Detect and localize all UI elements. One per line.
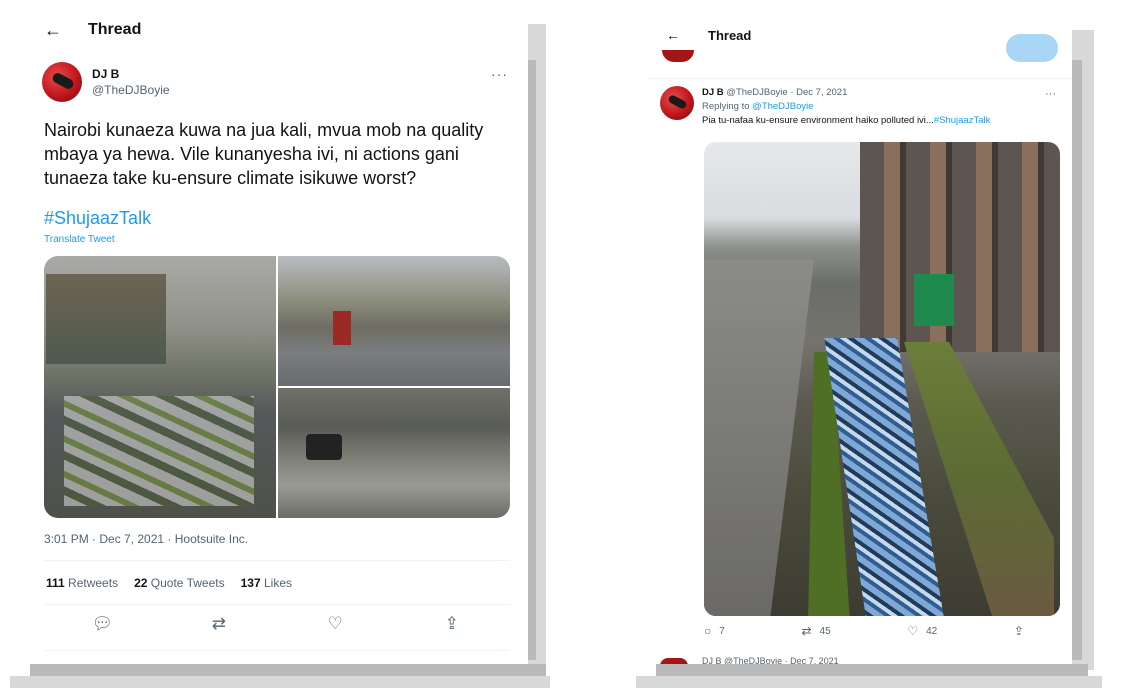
thread-title: Thread xyxy=(708,27,752,43)
reply-handle-date[interactable]: @TheDJBoyie · Dec 7, 2021 xyxy=(726,87,847,98)
media-photo-flooded-street[interactable] xyxy=(278,256,510,386)
reply-action[interactable]: ○ 7 xyxy=(704,624,725,638)
reply-meta: DJ B @TheDJBoyie · Dec 7, 2021 xyxy=(702,86,1060,100)
tweet-card-reply: ← Thread ··· DJ B @TheDJBoyie · Dec 7, 2… xyxy=(648,20,1072,664)
like-action[interactable]: ♡ 42 xyxy=(907,624,937,638)
divider xyxy=(44,650,510,651)
likes-stat[interactable]: 137 Likes xyxy=(241,576,292,590)
more-options-icon[interactable]: ··· xyxy=(1045,88,1056,100)
share-icon[interactable]: ⇪ xyxy=(432,614,472,638)
replying-to-handle[interactable]: @TheDJBoyie xyxy=(752,101,813,112)
follow-button[interactable] xyxy=(1006,34,1058,62)
reply-actions: ○ 7 ⇄ 45 ♡ 42 ⇪ xyxy=(704,624,1024,638)
divider xyxy=(44,604,510,605)
tweet-media-grid xyxy=(44,256,510,518)
media-photo-traffic[interactable] xyxy=(44,256,276,518)
retweets-stat[interactable]: 111 Retweets xyxy=(46,576,118,590)
next-tweet-peek: DJ B @TheDJBoyie · Dec 7, 2021 xyxy=(660,656,839,664)
reply-icon[interactable]: 💬︎ xyxy=(82,614,122,638)
tweet-actions: 💬︎ ⇄ ♡ ⇪ xyxy=(44,614,510,638)
reply-icon: ○ xyxy=(704,624,712,638)
thread-header: ← Thread xyxy=(18,8,528,52)
retweet-icon: ⇄ xyxy=(801,624,812,638)
like-icon[interactable]: ♡ xyxy=(315,614,355,638)
tweet-stats: 111 Retweets 22 Quote Tweets 137 Likes xyxy=(46,576,292,590)
media-photo-flooded-road[interactable] xyxy=(278,388,510,518)
divider xyxy=(648,78,1072,79)
reply-text: Pia tu-nafaa ku-ensure environment haiko… xyxy=(702,115,991,126)
avatar xyxy=(660,658,688,664)
tweet-card-main: ← Thread DJ B @TheDJBoyie ··· Nairobi ku… xyxy=(18,8,528,664)
reply-display-name[interactable]: DJ B xyxy=(702,87,724,98)
back-arrow-icon[interactable]: ← xyxy=(664,27,682,43)
like-icon: ♡ xyxy=(907,624,919,638)
quote-tweets-stat[interactable]: 22 Quote Tweets xyxy=(134,576,225,590)
hashtag-link[interactable]: #ShujaazTalk xyxy=(934,115,991,126)
tweet-text: Nairobi kunaeza kuwa na jua kali, mvua m… xyxy=(44,120,484,188)
replying-to: Replying to @TheDJBoyie xyxy=(702,101,814,112)
translate-tweet-link[interactable]: Translate Tweet xyxy=(18,234,528,245)
avatar[interactable] xyxy=(42,62,82,102)
author-display-name[interactable]: DJ B xyxy=(92,66,170,82)
reply-tweet[interactable]: ··· DJ B @TheDJBoyie · Dec 7, 2021 Reply… xyxy=(660,86,1060,128)
tweet-body: Nairobi kunaeza kuwa na jua kali, mvua m… xyxy=(18,104,528,230)
share-icon: ⇪ xyxy=(1013,624,1024,638)
share-action[interactable]: ⇪ xyxy=(1014,624,1024,638)
hashtag-link[interactable]: #ShujaazTalk xyxy=(44,206,504,230)
retweet-action[interactable]: ⇄ 45 xyxy=(801,624,830,638)
retweet-icon[interactable]: ⇄ xyxy=(199,614,239,638)
avatar[interactable] xyxy=(660,86,694,120)
author-handle[interactable]: @TheDJBoyie xyxy=(92,82,170,98)
thread-title: Thread xyxy=(88,21,142,38)
back-arrow-icon[interactable]: ← xyxy=(44,20,62,41)
author-row: DJ B @TheDJBoyie ··· xyxy=(18,52,528,104)
tweet-timestamp[interactable]: 3:01 PM · Dec 7, 2021 · Hootsuite Inc. xyxy=(44,532,248,546)
reply-media-photo[interactable] xyxy=(704,142,1060,616)
divider xyxy=(44,560,510,561)
more-options-icon[interactable]: ··· xyxy=(491,66,508,82)
previous-tweet-avatar xyxy=(662,50,694,62)
